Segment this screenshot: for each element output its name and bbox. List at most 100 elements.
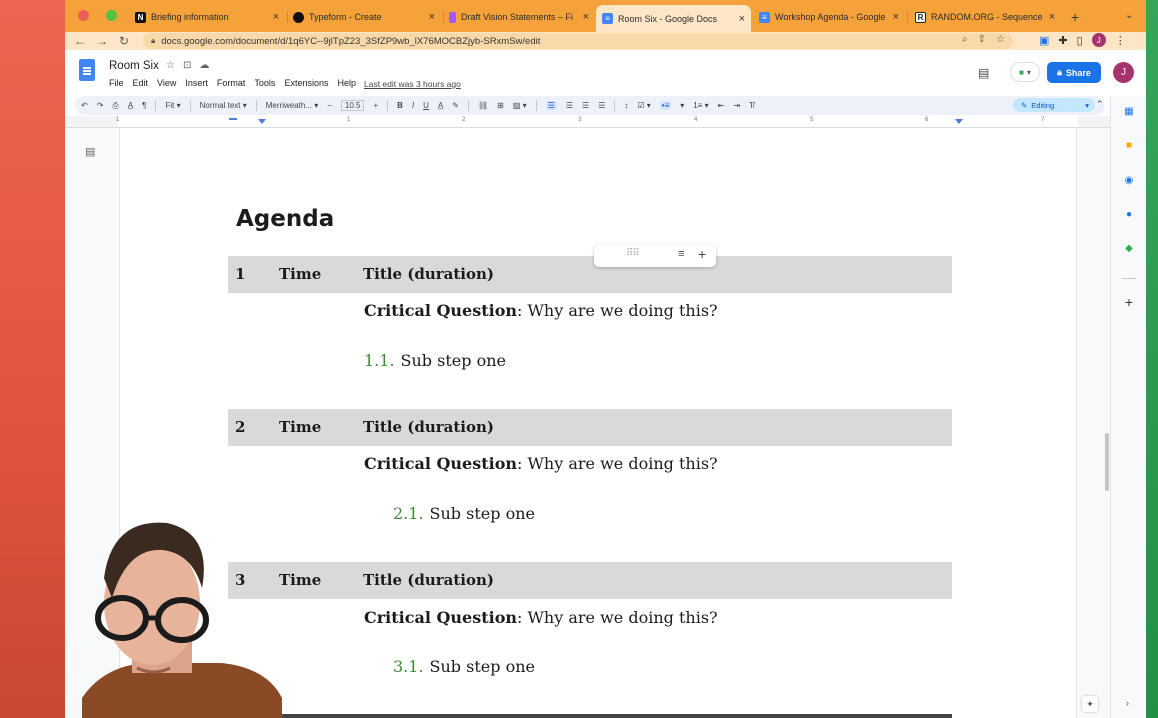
underline-icon[interactable]: U [423,101,429,110]
bulleted-list-icon[interactable]: •≡ [659,101,672,110]
tab-draft-vision-statements[interactable]: Draft Vision Statements – Fi × [443,6,595,28]
style-select[interactable]: Normal text ▾ [200,101,247,110]
decrease-indent-icon[interactable]: ⇤ [718,101,725,110]
tab-close-icon[interactable]: × [893,11,899,23]
align-left-icon[interactable]: ☰ [545,101,557,110]
comments-icon[interactable]: ▤ [978,66,989,80]
clear-formatting-icon[interactable]: T̸ [749,101,754,110]
meet-button[interactable]: ■ ▾ [1010,62,1040,82]
tab-workshop-agenda[interactable]: ≡ Workshop Agenda - Google × [753,6,905,28]
numbered-list-icon[interactable]: 1≡ ▾ [693,101,708,110]
contacts-icon[interactable]: ● [1123,208,1135,220]
left-indent-marker[interactable] [258,119,266,124]
browser-menu-icon[interactable]: ⋮ [1115,34,1126,47]
tasks-icon[interactable]: ◉ [1123,174,1135,186]
window-zoom-button[interactable] [106,10,117,21]
address-bar[interactable]: 🔒︎ docs.google.com/document/d/1q6YC--9jl… [143,33,1013,49]
bulleted-list-chevron-icon[interactable]: ▾ [680,101,684,110]
docs-logo-icon[interactable] [79,59,95,81]
section-header-row[interactable]: 2 Time Title (duration) [228,409,952,446]
zoom-magnifier-icon[interactable]: ⌕ [962,34,968,45]
font-select[interactable]: Merriweath... ▾ [266,101,318,110]
menu-insert[interactable]: Insert [185,78,208,88]
tab-close-icon[interactable]: × [429,11,435,23]
tab-close-icon[interactable]: × [739,13,745,25]
get-add-ons-icon[interactable]: + [1123,294,1135,310]
right-indent-marker[interactable] [955,119,963,124]
sub-step[interactable]: 1.1. Sub step one [364,351,506,370]
zoom-select[interactable]: Fit ▾ [165,101,180,110]
reload-icon[interactable]: ↻ [113,34,135,48]
redo-icon[interactable]: ↷ [97,101,104,110]
align-center-icon[interactable]: ☰ [566,101,573,110]
explore-icon[interactable]: ✦ [1082,696,1098,712]
tab-typeform[interactable]: Typeform - Create × [287,6,441,28]
collapse-menus-icon[interactable]: ⌃ [1096,99,1104,110]
menu-extensions[interactable]: Extensions [284,78,328,88]
add-comment-icon[interactable]: ⊞ [497,101,504,110]
sub-step[interactable]: 3.1. Sub step one [393,657,535,676]
tab-briefing-information[interactable]: N Briefing information × [129,6,285,28]
last-edit-link[interactable]: Last edit was 3 hours ago [364,79,461,89]
insert-link-icon[interactable]: ⛓ [478,101,488,110]
decrease-font-size-icon[interactable]: − [327,101,332,110]
star-icon[interactable]: ☆ [166,60,175,71]
menu-format[interactable]: Format [217,78,246,88]
move-folder-icon[interactable]: ⊡ [183,60,191,71]
calendar-icon[interactable]: ▦ [1123,105,1135,117]
tab-close-icon[interactable]: × [273,11,279,23]
puzzle-extensions-icon[interactable]: ✚ [1058,34,1067,47]
editing-mode-select[interactable]: ✎ Editing ▾ [1013,98,1095,112]
maps-icon[interactable]: ◆ [1123,242,1135,254]
tab-random-org[interactable]: R RANDOM.ORG - Sequence G × [909,6,1061,28]
table-row-handle[interactable]: ⠿⠿ ≡ + [594,245,716,267]
critical-question[interactable]: Critical Question: Why are we doing this… [364,454,718,473]
section-header-row[interactable]: 1 Time Title (duration) [228,256,952,293]
print-icon[interactable]: ⎙ [112,101,118,111]
keep-icon[interactable]: ■ [1123,139,1135,151]
document-title[interactable]: Room Six [109,60,159,72]
new-tab-button[interactable]: + [1071,9,1079,25]
undo-icon[interactable]: ↶ [81,101,88,110]
italic-icon[interactable]: I [412,101,414,110]
menu-help[interactable]: Help [337,78,356,88]
extension-icon[interactable]: ▣ [1039,34,1049,47]
first-line-indent-marker[interactable] [229,118,237,120]
font-size-input[interactable]: 10.5 [340,100,365,111]
profile-avatar[interactable]: J [1091,33,1106,47]
share-page-icon[interactable]: ⇪ [978,34,986,45]
tab-close-icon[interactable]: × [1049,11,1055,23]
drag-grip-icon[interactable]: ⠿⠿ [626,248,640,259]
user-avatar[interactable]: J [1113,62,1134,83]
show-side-panel-chevron-icon[interactable]: › [1126,698,1129,708]
back-arrow-icon[interactable]: ← [69,34,91,48]
menu-file[interactable]: File [109,78,124,88]
bold-icon[interactable]: B [397,101,403,110]
align-right-icon[interactable]: ☰ [582,101,589,110]
cloud-status-icon[interactable]: ☁ [199,60,209,71]
menu-view[interactable]: View [157,78,176,88]
critical-question[interactable]: Critical Question: Why are we doing this… [364,608,718,627]
insert-image-icon[interactable]: ▨ ▾ [513,101,527,110]
menu-edit[interactable]: Edit [133,78,149,88]
align-justify-icon[interactable]: ☰ [598,101,605,110]
agenda-heading[interactable]: Agenda [236,206,334,232]
side-panel-icon[interactable]: ▯ [1077,34,1083,47]
menu-tools[interactable]: Tools [254,78,275,88]
document-outline-icon[interactable]: ▤ [85,145,95,158]
critical-question[interactable]: Critical Question: Why are we doing this… [364,301,718,320]
sort-icon[interactable]: ≡ [678,248,684,260]
add-row-icon[interactable]: + [698,246,706,262]
highlight-icon[interactable]: ✎ [452,101,459,110]
spellcheck-icon[interactable]: A̲ [128,101,133,110]
text-color-icon[interactable]: A̲ [438,101,443,110]
increase-font-size-icon[interactable]: + [373,101,378,110]
section-header-row[interactable]: 3 Time Title (duration) [228,562,952,599]
vertical-scrollbar-thumb[interactable] [1105,433,1109,491]
tab-search-chevron-icon[interactable]: ⌄ [1125,10,1133,21]
tab-close-icon[interactable]: × [583,11,589,23]
tab-room-six[interactable]: ≡ Room Six - Google Docs × [596,5,751,32]
checklist-icon[interactable]: ☑ ▾ [637,101,650,110]
bookmark-star-icon[interactable]: ☆ [996,34,1005,45]
window-close-button[interactable] [78,10,89,21]
